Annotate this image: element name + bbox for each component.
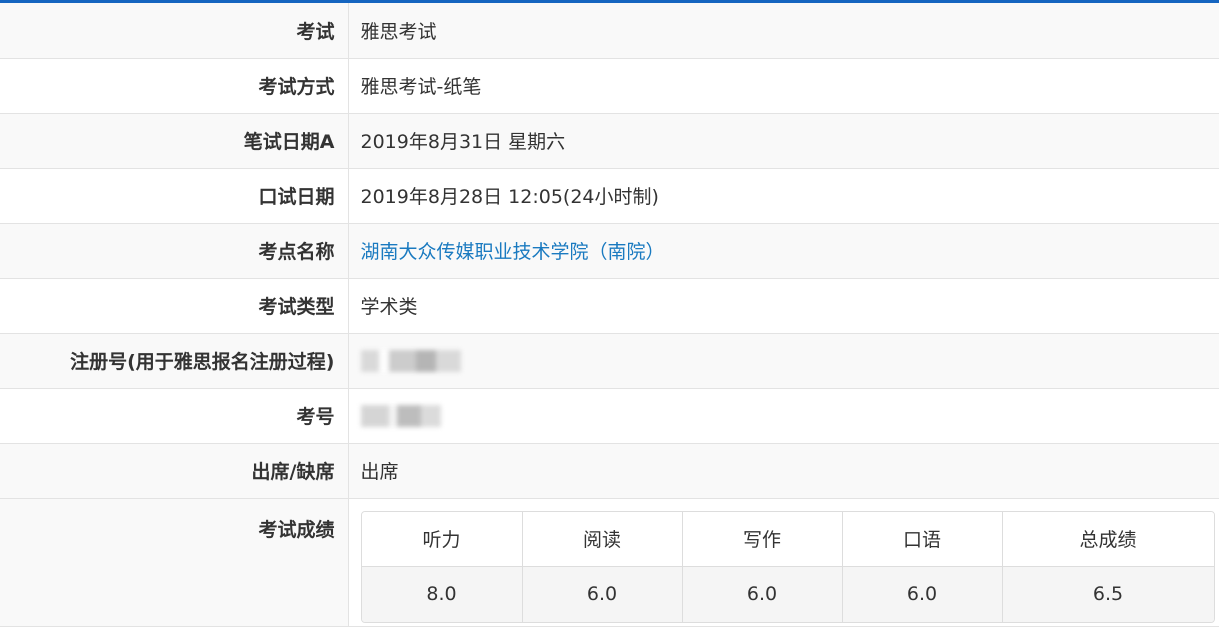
candidate-number-label: 考号 — [0, 388, 349, 444]
row-test-center: 考点名称 湖南大众传媒职业技术学院（南院） — [0, 223, 1219, 279]
listening-score: 8.0 — [361, 566, 522, 622]
overall-score: 6.5 — [1001, 566, 1214, 622]
writing-header: 写作 — [681, 511, 842, 567]
writing-score: 6.0 — [681, 566, 842, 622]
attendance-label: 出席/缺席 — [0, 443, 349, 499]
reading-score: 6.0 — [521, 566, 682, 622]
row-speaking-date: 口试日期 2019年8月28日 12:05(24小时制) — [0, 168, 1219, 224]
speaking-score: 6.0 — [841, 566, 1002, 622]
score-value-row: 8.0 6.0 6.0 6.0 6.5 — [361, 566, 1214, 622]
scores-label: 考试成绩 — [0, 498, 349, 627]
exam-mode-value: 雅思考试-纸笔 — [348, 58, 1219, 114]
exam-type-label: 考试类型 — [0, 278, 349, 334]
row-attendance: 出席/缺席 出席 — [0, 443, 1219, 499]
speaking-date-label: 口试日期 — [0, 168, 349, 224]
test-center-label: 考点名称 — [0, 223, 349, 279]
exam-value: 雅思考试 — [348, 3, 1219, 59]
exam-mode-label: 考试方式 — [0, 58, 349, 114]
written-date-value: 2019年8月31日 星期六 — [348, 113, 1219, 169]
speaking-header: 口语 — [841, 511, 1002, 567]
score-table: 听力 阅读 写作 口语 总成绩 8.0 6.0 6.0 6.0 6.5 — [360, 510, 1215, 623]
row-candidate-number: 考号 — [0, 388, 1219, 444]
row-exam: 考试 雅思考试 — [0, 3, 1219, 59]
test-center-link[interactable]: 湖南大众传媒职业技术学院（南院） — [348, 223, 1219, 279]
exam-type-value: 学术类 — [348, 278, 1219, 334]
row-scores: 考试成绩 听力 阅读 写作 口语 总成绩 8.0 6.0 6.0 6.0 6.5 — [0, 498, 1219, 627]
row-written-date: 笔试日期A 2019年8月31日 星期六 — [0, 113, 1219, 169]
exam-label: 考试 — [0, 3, 349, 59]
registration-number-value — [348, 333, 1219, 389]
exam-info-table: 考试 雅思考试 考试方式 雅思考试-纸笔 笔试日期A 2019年8月31日 星期… — [0, 3, 1219, 627]
candidate-number-value — [348, 388, 1219, 444]
row-exam-mode: 考试方式 雅思考试-纸笔 — [0, 58, 1219, 114]
registration-number-label: 注册号(用于雅思报名注册过程) — [0, 333, 349, 389]
reading-header: 阅读 — [521, 511, 682, 567]
row-exam-type: 考试类型 学术类 — [0, 278, 1219, 334]
score-header-row: 听力 阅读 写作 口语 总成绩 — [361, 511, 1214, 567]
written-date-label: 笔试日期A — [0, 113, 349, 169]
attendance-value: 出席 — [348, 443, 1219, 499]
redacted-candidate-number — [360, 404, 441, 427]
row-registration-number: 注册号(用于雅思报名注册过程) — [0, 333, 1219, 389]
redacted-registration-number — [360, 349, 461, 372]
listening-header: 听力 — [361, 511, 522, 567]
scores-cell: 听力 阅读 写作 口语 总成绩 8.0 6.0 6.0 6.0 6.5 — [348, 498, 1219, 627]
overall-header: 总成绩 — [1001, 511, 1214, 567]
speaking-date-value: 2019年8月28日 12:05(24小时制) — [348, 168, 1219, 224]
